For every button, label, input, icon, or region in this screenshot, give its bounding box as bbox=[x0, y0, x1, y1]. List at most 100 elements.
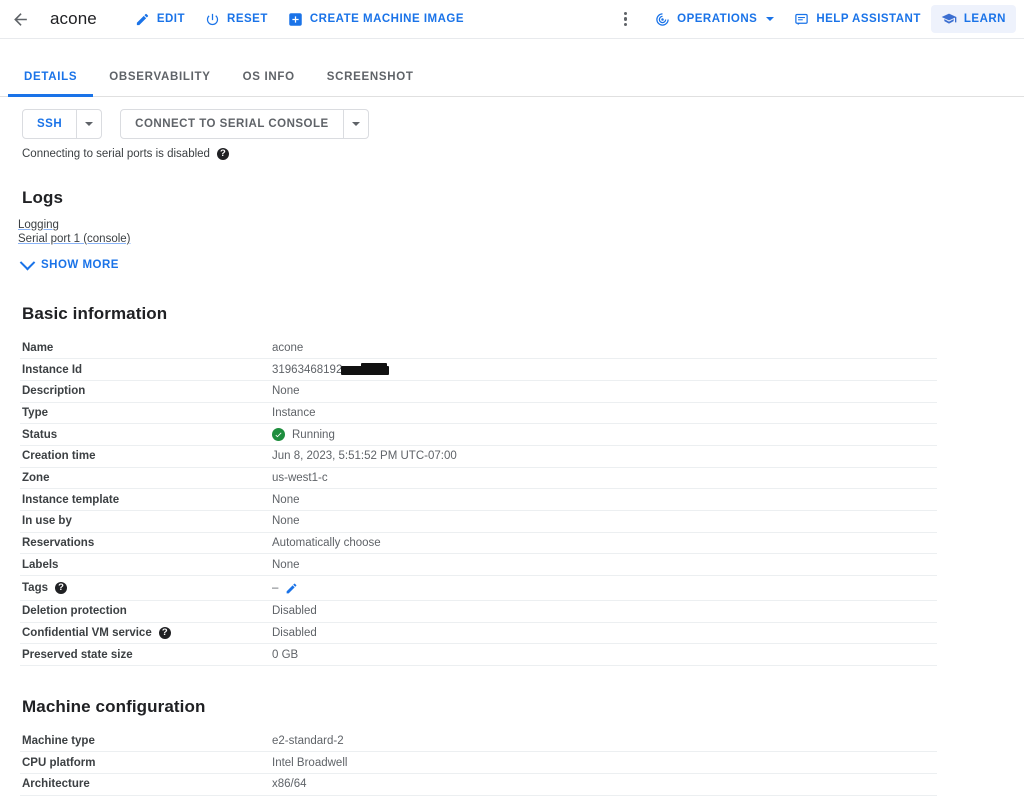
serial-console-button-group: CONNECT TO SERIAL CONSOLE bbox=[120, 109, 369, 139]
table-row: Preserved state size 0 GB bbox=[20, 644, 937, 666]
serial-port-1-console-link[interactable]: Serial port 1 (console) bbox=[18, 233, 131, 245]
operations-menu-button[interactable]: OPERATIONS bbox=[645, 6, 784, 33]
row-key: Architecture bbox=[20, 774, 272, 796]
row-key: Deletion protection bbox=[20, 601, 272, 623]
serial-console-dropdown-button[interactable] bbox=[343, 110, 368, 138]
row-value: Running bbox=[272, 424, 937, 446]
row-key: Confidential VM service ? bbox=[20, 622, 272, 644]
chevron-down-icon bbox=[352, 122, 360, 126]
row-value: x86/64 bbox=[272, 774, 937, 796]
row-value: 0 GB bbox=[272, 644, 937, 666]
row-key: CPU platform bbox=[20, 752, 272, 774]
power-reset-icon bbox=[205, 12, 220, 27]
row-value: 31963468192 bbox=[272, 359, 937, 381]
chevron-down-icon bbox=[766, 17, 774, 21]
row-value: – bbox=[272, 576, 937, 601]
tags-value: – bbox=[272, 582, 278, 594]
create-machine-image-label: CREATE MACHINE IMAGE bbox=[310, 13, 464, 25]
tags-label: Tags bbox=[22, 582, 48, 594]
table-row: Deletion protection Disabled bbox=[20, 601, 937, 623]
back-button[interactable] bbox=[0, 0, 40, 39]
row-key: Machine type bbox=[20, 730, 272, 752]
row-key: Labels bbox=[20, 554, 272, 576]
row-key: Description bbox=[20, 380, 272, 402]
row-key: Preserved state size bbox=[20, 644, 272, 666]
check-circle-icon bbox=[272, 428, 285, 441]
table-row: Zone us-west1-c bbox=[20, 467, 937, 489]
logs-link-list: Logging Serial port 1 (console) bbox=[0, 208, 1024, 245]
row-key: Creation time bbox=[20, 445, 272, 467]
row-value: Disabled bbox=[272, 601, 937, 623]
row-key: Name bbox=[20, 337, 272, 359]
table-row: In use by None bbox=[20, 511, 937, 533]
reset-button-label: RESET bbox=[227, 13, 268, 25]
arrow-left-icon bbox=[11, 10, 30, 29]
connect-to-serial-console-button[interactable]: CONNECT TO SERIAL CONSOLE bbox=[121, 110, 343, 138]
ssh-button[interactable]: SSH bbox=[23, 110, 76, 138]
table-row: Reservations Automatically choose bbox=[20, 532, 937, 554]
chevron-down-icon bbox=[85, 122, 93, 126]
row-key: In use by bbox=[20, 511, 272, 533]
table-row: Machine type e2-standard-2 bbox=[20, 730, 937, 752]
show-more-button[interactable]: SHOW MORE bbox=[0, 245, 119, 271]
row-value: None bbox=[272, 380, 937, 402]
row-value: Automatically choose bbox=[272, 532, 937, 554]
row-value: None bbox=[272, 554, 937, 576]
reset-button[interactable]: RESET bbox=[195, 6, 278, 33]
tab-os-info[interactable]: OS INFO bbox=[227, 71, 311, 96]
confidential-vm-label: Confidential VM service bbox=[22, 627, 152, 639]
table-row: Confidential VM service ? Disabled bbox=[20, 622, 937, 644]
pencil-icon[interactable] bbox=[285, 582, 298, 595]
table-row: Instance Id 31963468192 bbox=[20, 359, 937, 381]
help-assistant-button[interactable]: HELP ASSISTANT bbox=[784, 6, 931, 33]
row-key: Instance template bbox=[20, 489, 272, 511]
chevron-down-icon bbox=[20, 254, 36, 270]
graduation-cap-icon bbox=[941, 11, 957, 27]
tab-screenshot[interactable]: SCREENSHOT bbox=[311, 71, 430, 96]
redaction-bar bbox=[341, 366, 389, 375]
serial-ports-disabled-note: Connecting to serial ports is disabled ? bbox=[0, 139, 1024, 160]
machine-configuration-table: Machine type e2-standard-2 CPU platform … bbox=[20, 730, 937, 796]
chat-help-icon bbox=[794, 12, 809, 27]
row-value: acone bbox=[272, 337, 937, 359]
tab-details[interactable]: DETAILS bbox=[8, 71, 93, 96]
row-value: Instance bbox=[272, 402, 937, 424]
logs-heading: Logs bbox=[0, 160, 1024, 208]
table-row: Name acone bbox=[20, 337, 937, 359]
learn-button-label: LEARN bbox=[964, 13, 1006, 25]
basic-information-table: Name acone Instance Id 31963468192 Descr… bbox=[20, 337, 937, 666]
logging-link[interactable]: Logging bbox=[18, 219, 59, 231]
help-icon[interactable]: ? bbox=[159, 627, 171, 639]
row-value: Disabled bbox=[272, 622, 937, 644]
tab-observability[interactable]: OBSERVABILITY bbox=[93, 71, 226, 96]
table-row: Labels None bbox=[20, 554, 937, 576]
row-value: Jun 8, 2023, 5:51:52 PM UTC-07:00 bbox=[272, 445, 937, 467]
help-icon[interactable]: ? bbox=[217, 148, 229, 160]
table-row: CPU platform Intel Broadwell bbox=[20, 752, 937, 774]
row-key: Instance Id bbox=[20, 359, 272, 381]
row-key: Reservations bbox=[20, 532, 272, 554]
learn-button[interactable]: LEARN bbox=[931, 5, 1016, 33]
ssh-button-group: SSH bbox=[22, 109, 102, 139]
show-more-label: SHOW MORE bbox=[41, 259, 119, 271]
top-toolbar: acone EDIT RESET CREATE MACHINE IMAGE bbox=[0, 0, 1024, 39]
more-vert-icon[interactable] bbox=[611, 3, 639, 35]
pencil-icon bbox=[135, 12, 150, 27]
table-row: Creation time Jun 8, 2023, 5:51:52 PM UT… bbox=[20, 445, 937, 467]
help-icon[interactable]: ? bbox=[55, 582, 67, 594]
create-machine-image-button[interactable]: CREATE MACHINE IMAGE bbox=[278, 6, 474, 33]
row-value: Intel Broadwell bbox=[272, 752, 937, 774]
table-row: Architecture x86/64 bbox=[20, 774, 937, 796]
operations-menu-label: OPERATIONS bbox=[677, 13, 757, 25]
table-row: Status Running bbox=[20, 424, 937, 446]
row-key: Tags ? bbox=[20, 576, 272, 601]
table-row: Type Instance bbox=[20, 402, 937, 424]
basic-information-heading: Basic information bbox=[0, 271, 1024, 324]
machine-configuration-heading: Machine configuration bbox=[0, 666, 1024, 717]
tab-bar: DETAILS OBSERVABILITY OS INFO SCREENSHOT bbox=[0, 39, 1024, 97]
edit-button[interactable]: EDIT bbox=[125, 6, 195, 33]
page-title: acone bbox=[50, 9, 97, 29]
plus-square-icon bbox=[288, 12, 303, 27]
help-assistant-label: HELP ASSISTANT bbox=[816, 13, 921, 25]
ssh-dropdown-button[interactable] bbox=[76, 110, 101, 138]
